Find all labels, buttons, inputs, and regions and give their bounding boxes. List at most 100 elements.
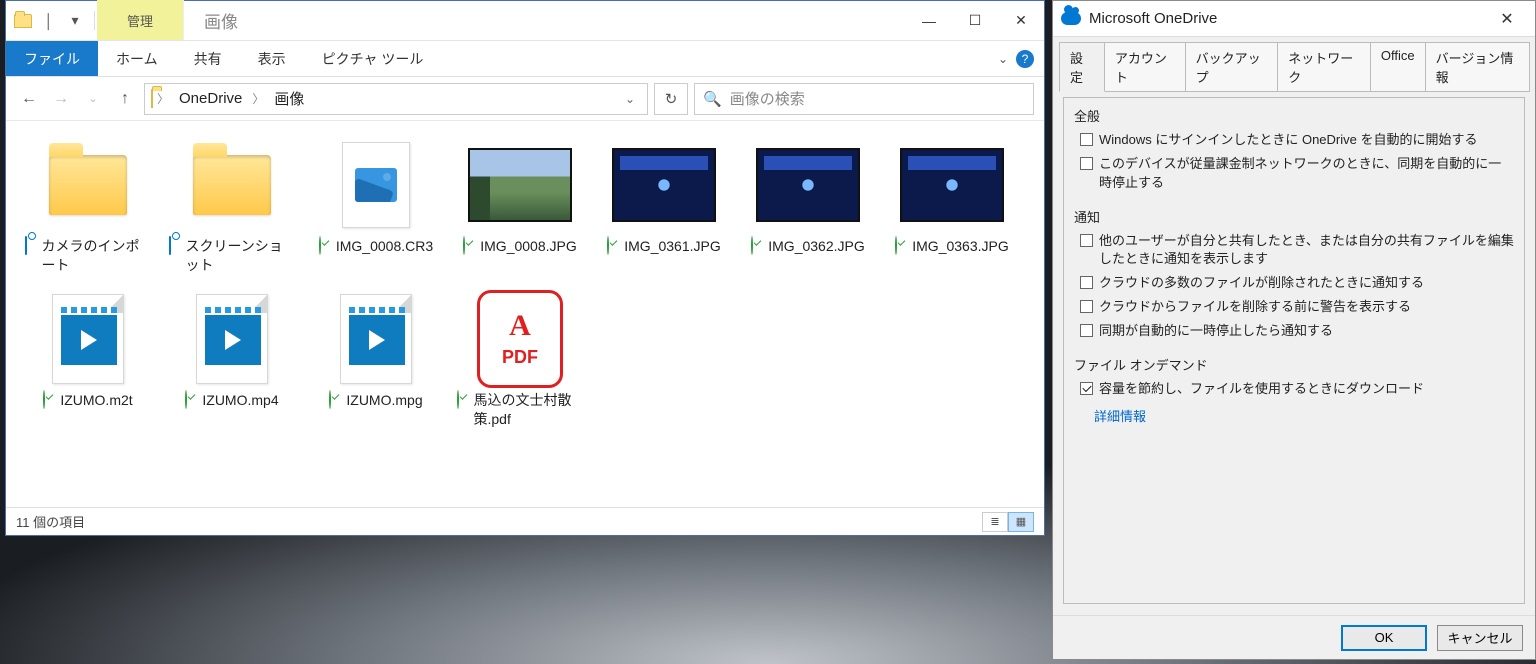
tab-view[interactable]: 表示 xyxy=(240,41,304,76)
folder-icon xyxy=(151,90,153,108)
dialog-title-bar: Microsoft OneDrive ✕ xyxy=(1053,1,1535,37)
cancel-button[interactable]: キャンセル xyxy=(1437,625,1523,651)
tab-network[interactable]: ネットワーク xyxy=(1277,42,1371,92)
dialog-tabs: 設定 アカウント バックアップ ネットワーク Office バージョン情報 xyxy=(1053,37,1535,92)
checkbox-label: クラウドの多数のファイルが削除されたときに通知する xyxy=(1099,274,1424,293)
image-file-icon xyxy=(342,142,410,228)
tab-backup[interactable]: バックアップ xyxy=(1185,42,1279,92)
icons-view-button[interactable]: ▦ xyxy=(1008,512,1034,532)
checkbox-files-on-demand[interactable]: 容量を節約し、ファイルを使用するときにダウンロード xyxy=(1080,380,1514,399)
separator xyxy=(94,11,95,30)
item-count: 11 個の項目 xyxy=(16,512,85,531)
item-label: IZUMO.mp4 xyxy=(202,391,278,410)
synced-status-icon xyxy=(185,391,199,405)
manage-contextual-tab[interactable]: 管理 xyxy=(97,0,184,40)
file-item[interactable]: IZUMO.mpg xyxy=(308,287,444,433)
pdf-file-icon: APDF xyxy=(477,290,563,388)
close-button[interactable]: ✕ xyxy=(1487,9,1527,29)
checkbox-warn-before-delete[interactable]: クラウドからファイルを削除する前に警告を表示する xyxy=(1080,298,1514,317)
address-bar[interactable]: 〉 OneDrive 〉 画像 ⌄ xyxy=(144,83,648,115)
onedrive-icon xyxy=(1061,12,1081,25)
checkbox-label: クラウドからファイルを削除する前に警告を表示する xyxy=(1099,298,1411,317)
checkbox-icon xyxy=(1080,324,1093,337)
synced-status-icon xyxy=(895,237,909,251)
synced-status-icon xyxy=(607,237,621,251)
item-label: IZUMO.mpg xyxy=(346,391,422,410)
search-box[interactable]: 🔍 画像の検索 xyxy=(694,83,1034,115)
synced-status-icon xyxy=(319,237,333,251)
file-item[interactable]: APDF 馬込の文士村散策.pdf xyxy=(452,287,588,433)
view-toggle: ≣ ▦ xyxy=(982,512,1034,532)
file-list[interactable]: カメラのインポート スクリーンショット IMG_0008.CR3 IMG_000… xyxy=(6,121,1044,507)
chevron-right-icon[interactable]: 〉 xyxy=(157,90,169,107)
maximize-button[interactable]: ☐ xyxy=(952,1,998,40)
breadcrumb-onedrive[interactable]: OneDrive xyxy=(173,90,248,107)
details-view-button[interactable]: ≣ xyxy=(982,512,1008,532)
close-button[interactable]: ✕ xyxy=(998,1,1044,40)
minimize-button[interactable]: — xyxy=(906,1,952,40)
group-title: 全般 xyxy=(1074,106,1514,125)
up-button[interactable]: ↑ xyxy=(112,86,138,112)
checkbox-label: 他のユーザーが自分と共有したとき、または自分の共有ファイルを編集したときに通知を… xyxy=(1099,232,1514,270)
photo-thumbnail xyxy=(900,148,1004,222)
checkbox-start-with-windows[interactable]: Windows にサインインしたときに OneDrive を自動的に開始する xyxy=(1080,131,1514,150)
search-placeholder: 画像の検索 xyxy=(730,88,805,109)
help-icon[interactable]: ? xyxy=(1016,50,1034,68)
item-label: IMG_0008.CR3 xyxy=(336,237,433,256)
ribbon-tabs: ファイル ホーム 共有 表示 ピクチャ ツール ⌄ ? xyxy=(6,41,1044,77)
tab-about[interactable]: バージョン情報 xyxy=(1425,42,1530,92)
breadcrumb-images[interactable]: 画像 xyxy=(268,88,310,109)
window-controls: — ☐ ✕ xyxy=(906,1,1044,40)
synced-status-icon xyxy=(751,237,765,251)
checkbox-notify-mass-delete[interactable]: クラウドの多数のファイルが削除されたときに通知する xyxy=(1080,274,1514,293)
file-item[interactable]: IMG_0362.JPG xyxy=(740,133,876,279)
file-item[interactable]: IMG_0008.JPG xyxy=(452,133,588,279)
file-item[interactable]: IZUMO.m2t xyxy=(20,287,156,433)
tab-picture-tools[interactable]: ピクチャ ツール xyxy=(304,41,442,76)
tab-office[interactable]: Office xyxy=(1370,42,1426,92)
photo-thumbnail xyxy=(612,148,716,222)
quick-access-toolbar: │ ▾ xyxy=(6,1,92,40)
cloud-status-icon xyxy=(25,237,39,251)
navigation-row: ← → ⌄ ↑ 〉 OneDrive 〉 画像 ⌄ ↻ 🔍 画像の検索 xyxy=(6,77,1044,121)
item-label: カメラのインポート xyxy=(42,237,152,275)
dialog-body: 全般 Windows にサインインしたときに OneDrive を自動的に開始す… xyxy=(1053,92,1535,615)
file-item[interactable]: IMG_0361.JPG xyxy=(596,133,732,279)
back-button[interactable]: ← xyxy=(16,86,42,112)
link-more-info[interactable]: 詳細情報 xyxy=(1094,406,1146,425)
ok-button[interactable]: OK xyxy=(1341,625,1427,651)
file-item[interactable]: IMG_0008.CR3 xyxy=(308,133,444,279)
tab-account[interactable]: アカウント xyxy=(1104,42,1186,92)
refresh-button[interactable]: ↻ xyxy=(654,83,688,115)
file-item[interactable]: IMG_0363.JPG xyxy=(884,133,1020,279)
tab-file[interactable]: ファイル xyxy=(6,41,98,76)
folder-icon xyxy=(49,155,127,215)
forward-button[interactable]: → xyxy=(48,86,74,112)
group-title: 通知 xyxy=(1074,207,1514,226)
ribbon-collapse-icon[interactable]: ⌄ xyxy=(998,52,1008,66)
title-bar: │ ▾ 管理 画像 — ☐ ✕ xyxy=(6,1,1044,41)
item-label: IMG_0362.JPG xyxy=(768,237,865,256)
address-dropdown-icon[interactable]: ⌄ xyxy=(619,92,641,106)
qat-separator-icon: │ xyxy=(38,10,60,32)
dialog-title: Microsoft OneDrive xyxy=(1089,10,1217,27)
item-label: 馬込の文士村散策.pdf xyxy=(474,391,584,429)
synced-status-icon xyxy=(43,391,57,405)
tab-settings[interactable]: 設定 xyxy=(1059,42,1105,92)
item-label: IMG_0361.JPG xyxy=(624,237,721,256)
checkbox-metered-pause[interactable]: このデバイスが従量課金制ネットワークのときに、同期を自動的に一時停止する xyxy=(1080,155,1514,193)
checkbox-notify-auto-pause[interactable]: 同期が自動的に一時停止したら通知する xyxy=(1080,322,1514,341)
tab-share[interactable]: 共有 xyxy=(176,41,240,76)
checkbox-notify-share[interactable]: 他のユーザーが自分と共有したとき、または自分の共有ファイルを編集したときに通知を… xyxy=(1080,232,1514,270)
recent-locations-button[interactable]: ⌄ xyxy=(80,86,106,112)
qat-dropdown-icon[interactable]: ▾ xyxy=(64,10,86,32)
folder-item[interactable]: カメラのインポート xyxy=(20,133,156,279)
file-item[interactable]: IZUMO.mp4 xyxy=(164,287,300,433)
chevron-right-icon[interactable]: 〉 xyxy=(252,90,264,107)
tab-home[interactable]: ホーム xyxy=(98,41,176,76)
folder-item[interactable]: スクリーンショット xyxy=(164,133,300,279)
checkbox-icon xyxy=(1080,276,1093,289)
checkbox-icon xyxy=(1080,234,1093,247)
photo-thumbnail xyxy=(468,148,572,222)
file-explorer-window: │ ▾ 管理 画像 — ☐ ✕ ファイル ホーム 共有 表示 ピクチャ ツール … xyxy=(5,0,1045,536)
